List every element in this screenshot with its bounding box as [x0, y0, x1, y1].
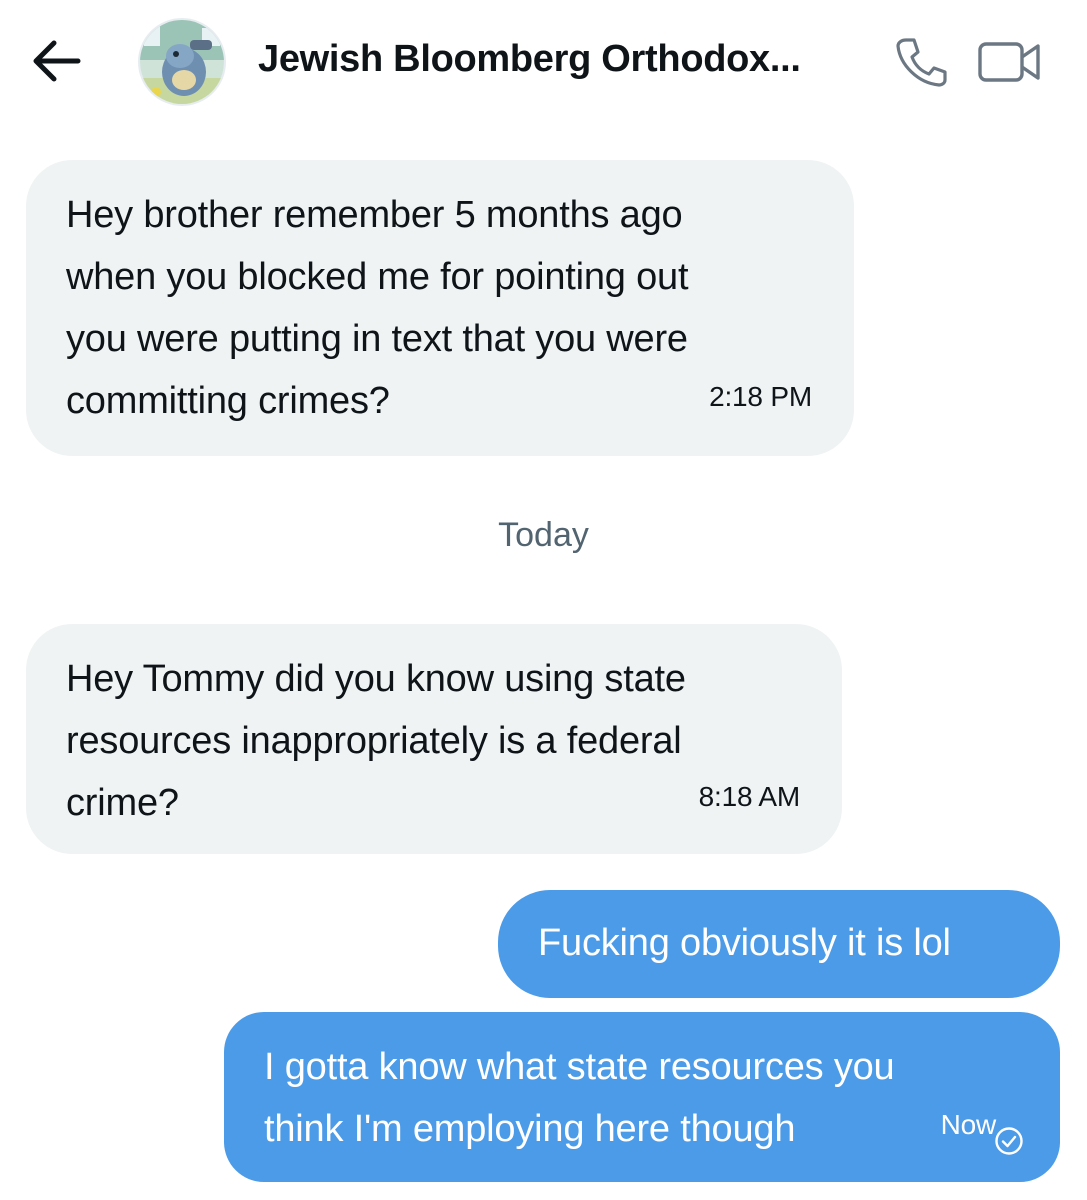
avatar[interactable]	[138, 18, 226, 106]
avatar-image	[140, 20, 224, 104]
message-line: committing crimes?	[66, 380, 390, 422]
message-bubble-sent[interactable]: Fucking obviously it is lol	[498, 890, 1060, 998]
message-bubble-received[interactable]: Hey brother remember 5 months ago when y…	[26, 160, 854, 456]
message-line: resources inappropriately is a federal	[66, 720, 682, 762]
phone-icon	[896, 38, 947, 87]
message-timestamp: 2:18 PM	[709, 381, 812, 412]
video-call-button[interactable]	[976, 38, 1044, 86]
message-line: I gotta know what state resources you	[264, 1046, 895, 1088]
message-line: you were putting in text that you were	[66, 318, 688, 360]
date-divider: Today	[498, 516, 589, 554]
conversation-title[interactable]: Jewish Bloomberg Orthodox...	[258, 38, 801, 81]
back-button[interactable]	[28, 38, 82, 84]
message-line: crime?	[66, 782, 179, 824]
message-bubble-received[interactable]: Hey Tommy did you know using state resou…	[26, 624, 842, 854]
message-line: Fucking obviously it is lol	[538, 922, 951, 964]
message-line: think I'm employing here though	[264, 1108, 796, 1150]
message-line: Hey Tommy did you know using state	[66, 658, 686, 700]
message-line: Hey brother remember 5 months ago	[66, 194, 683, 236]
message-line: when you blocked me for pointing out	[66, 256, 689, 298]
message-bubble-sent[interactable]: I gotta know what state resources you th…	[224, 1012, 1060, 1182]
video-camera-icon	[978, 42, 1040, 82]
message-timestamp: Now	[940, 1109, 997, 1140]
arrow-left-icon	[33, 40, 81, 82]
conversation-header: Jewish Bloomberg Orthodox...	[0, 0, 1087, 125]
message-timestamp: 8:18 AM	[698, 781, 801, 812]
call-button[interactable]	[892, 36, 948, 88]
read-check-icon	[995, 1127, 1023, 1155]
